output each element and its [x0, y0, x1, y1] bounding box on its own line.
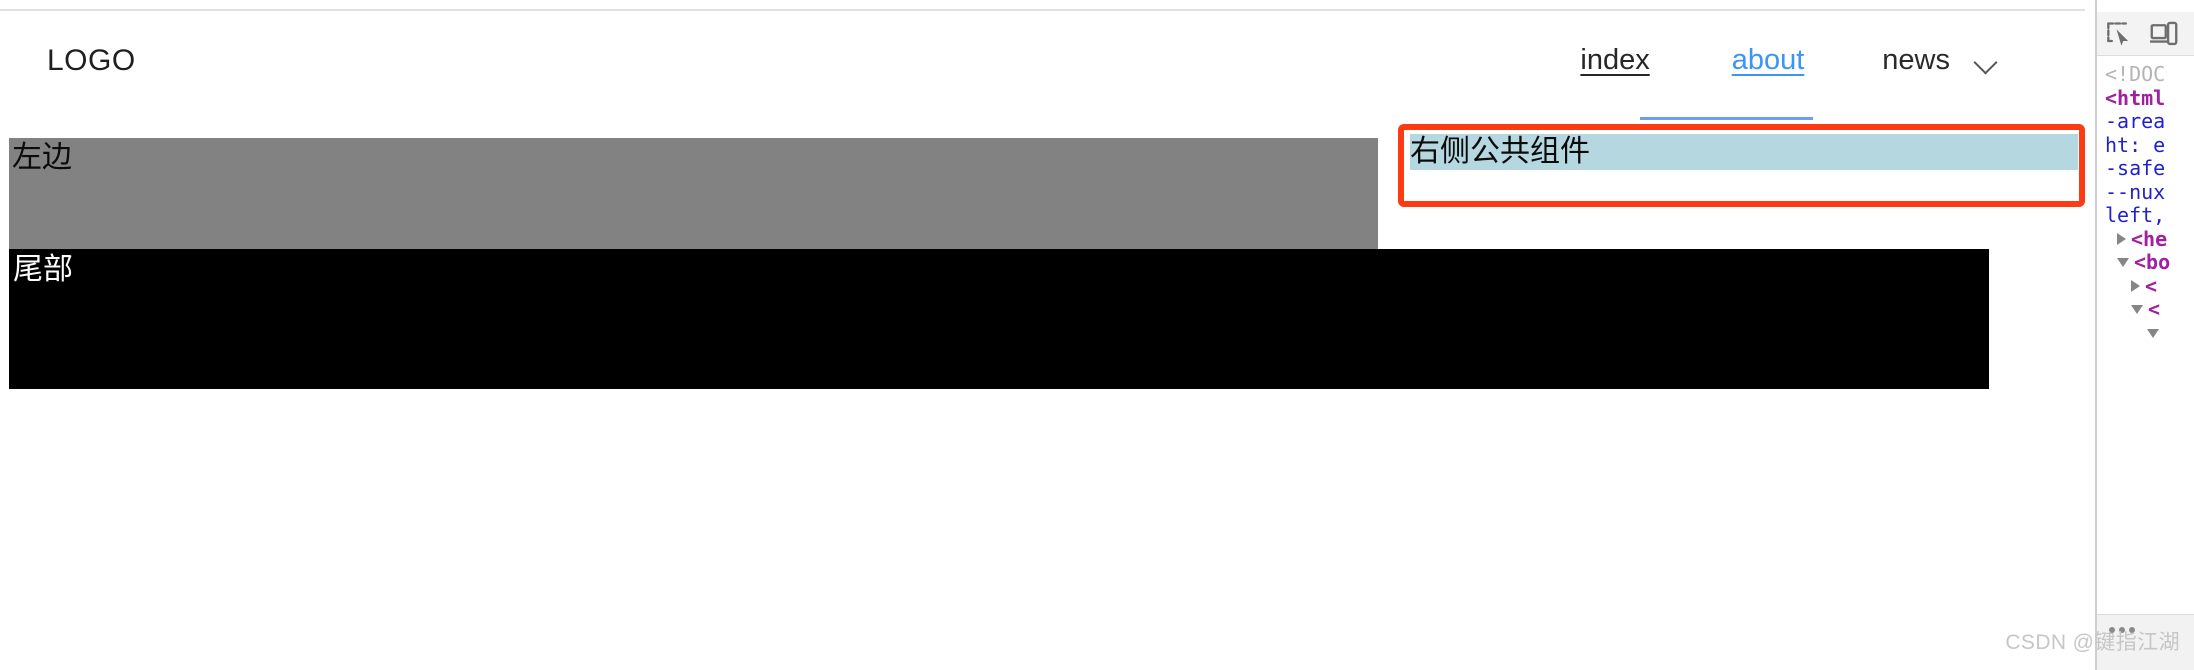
- devtools-statusbar: [2097, 614, 2194, 670]
- site-footer-label: 尾部: [13, 253, 73, 286]
- dom-line[interactable]: left,: [2105, 203, 2194, 228]
- dom-line[interactable]: <: [2105, 297, 2194, 322]
- right-public-component-title: 右侧公共组件: [1410, 134, 2078, 170]
- main-navigation: index about news: [1580, 46, 2000, 75]
- dom-line[interactable]: [2105, 322, 2194, 346]
- left-content-label: 左边: [12, 141, 72, 174]
- expand-triangle-icon[interactable]: [2117, 233, 2126, 246]
- dom-line-text: ht: e: [2105, 132, 2166, 157]
- dom-line-text: -safe: [2105, 156, 2166, 180]
- about-link-underline-overlay: [1640, 117, 1813, 120]
- dom-line[interactable]: ht: e: [2105, 132, 2194, 158]
- collapse-triangle-icon[interactable]: [2147, 328, 2159, 338]
- dom-line-text: -area: [2105, 109, 2166, 133]
- device-toolbar-icon[interactable]: [2150, 20, 2178, 48]
- devtools-dom-tree[interactable]: <!DOC <html -area ht: e -safe --nux left…: [2097, 60, 2194, 612]
- dom-line-text: <!DOC: [2105, 62, 2166, 86]
- browser-page-viewport: LOGO index about news 左边 右侧公共组件 尾部: [0, 0, 2085, 670]
- inspect-element-icon[interactable]: [2106, 20, 2134, 48]
- devtools-panel: <!DOC <html -area ht: e -safe --nux left…: [2095, 0, 2194, 670]
- collapse-triangle-icon[interactable]: [2117, 258, 2129, 268]
- right-public-component[interactable]: 右侧公共组件: [1398, 124, 2085, 207]
- dom-line-text: <html: [2105, 85, 2166, 110]
- dom-line[interactable]: <!DOC: [2105, 62, 2194, 87]
- dom-line[interactable]: -area: [2105, 109, 2194, 134]
- screenshot-root: LOGO index about news 左边 右侧公共组件 尾部 <!DOC…: [0, 0, 2194, 670]
- dom-line-text: <: [2148, 297, 2161, 321]
- dom-line[interactable]: <html: [2105, 85, 2194, 111]
- dom-line[interactable]: <he: [2105, 226, 2194, 252]
- dom-line-text: left,: [2105, 203, 2166, 227]
- dom-line-text: --nux: [2105, 179, 2166, 204]
- left-content-block: 左边: [9, 138, 1378, 249]
- site-footer: 尾部: [9, 249, 1989, 389]
- chevron-down-icon[interactable]: [1974, 53, 2000, 69]
- expand-triangle-icon[interactable]: [2131, 280, 2140, 293]
- nav-link-index[interactable]: index: [1580, 46, 1649, 75]
- site-header: LOGO index about news: [0, 11, 2085, 110]
- dom-line-text: <bo: [2134, 250, 2171, 274]
- dom-line[interactable]: <: [2105, 273, 2194, 299]
- dom-line[interactable]: -safe: [2105, 156, 2194, 181]
- dom-line-text: <: [2145, 273, 2158, 298]
- right-public-component-wrapper: 右侧公共组件: [1398, 117, 2085, 207]
- site-logo[interactable]: LOGO: [47, 45, 136, 76]
- dom-line-text: <he: [2131, 226, 2168, 251]
- more-options-icon[interactable]: [2109, 627, 2135, 633]
- nav-link-about[interactable]: about: [1732, 46, 1805, 75]
- dom-line[interactable]: --nux: [2105, 179, 2194, 205]
- nav-link-news[interactable]: news: [1882, 46, 1950, 75]
- devtools-toolbar: [2097, 12, 2194, 56]
- collapse-triangle-icon[interactable]: [2131, 305, 2143, 315]
- dom-line[interactable]: <bo: [2105, 250, 2194, 275]
